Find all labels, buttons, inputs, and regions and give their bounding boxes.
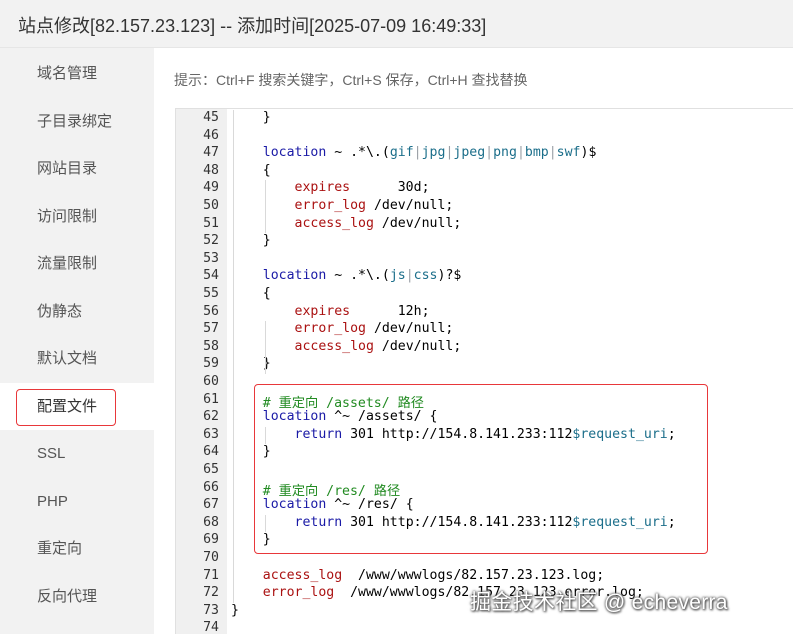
editor-hint: 提示：Ctrl+F 搜索关键字，Ctrl+S 保存，Ctrl+H 查找替换 — [174, 72, 528, 88]
line-number: 51 — [203, 215, 219, 231]
code-line[interactable]: } — [231, 532, 271, 547]
sidebar-item-label: PHP — [37, 492, 68, 510]
line-number: 55 — [203, 286, 219, 301]
code-line[interactable]: { — [231, 286, 271, 301]
line-number: 57 — [203, 321, 219, 337]
line-number: 59 — [203, 356, 219, 372]
line-number: 67 — [203, 497, 219, 513]
sidebar: 域名管理子目录绑定网站目录访问限制流量限制伪静态默认文档配置文件 SSL PHP 重定… — [0, 48, 154, 634]
sidebar-item[interactable]: 配置文件 — [0, 382, 154, 430]
code-line[interactable]: # 重定向 /res/ 路径 — [231, 480, 400, 499]
line-number: 52 — [203, 233, 219, 249]
line-number: 61 — [203, 391, 219, 407]
line-number: 56 — [203, 303, 219, 319]
line-number: 68 — [203, 514, 219, 530]
sidebar-item[interactable]: 网站目录 — [0, 145, 154, 192]
sidebar-item[interactable]: 域名管理 — [0, 50, 154, 97]
sidebar-item-label: SSL — [37, 445, 66, 462]
code-line[interactable]: access_log /www/wwwlogs/82.157.23.123.lo… — [231, 568, 604, 583]
line-number: 73 — [203, 602, 219, 618]
dialog-title: 站点修改[82.157.23.123] -- 添加时间[2025-07-09 1… — [18, 16, 487, 36]
line-number: 60 — [203, 374, 219, 389]
indent-guide — [264, 426, 266, 445]
code-line[interactable]: expires 30d; — [231, 180, 430, 195]
line-number: 69 — [203, 532, 219, 548]
line-number: 50 — [203, 198, 219, 213]
sidebar-item-label: 反向代理 — [37, 587, 98, 605]
code-line[interactable]: location ~ .*\.(gif|jpg|jpeg|png|bmp|swf… — [231, 145, 597, 160]
line-number-gutter: 45 46 47 48 49 50 51 52 53 54 55 56 57 58 59 60 61 62 63 64… — [176, 109, 227, 634]
code-line[interactable]: return 301 http://154.8.141.233:112$requ… — [231, 427, 676, 442]
sidebar-item[interactable]: 伪静态 — [0, 288, 154, 335]
line-number: 66 — [203, 479, 219, 495]
line-number: 64 — [203, 444, 219, 460]
line-number: 62 — [203, 409, 219, 425]
sidebar-item-label: 配置文件 — [37, 397, 98, 415]
sidebar-item-label: 子目录绑定 — [37, 112, 113, 130]
line-number: 58 — [203, 338, 219, 354]
sidebar-item[interactable]: SSL — [0, 430, 154, 477]
line-number: 63 — [203, 426, 219, 442]
code-line[interactable]: } — [231, 444, 271, 459]
sidebar-item[interactable]: PHP — [0, 478, 154, 525]
sidebar-item-label: 访问限制 — [37, 207, 98, 225]
indent-guide — [264, 514, 266, 533]
sidebar-item[interactable]: 流量限制 — [0, 240, 154, 287]
code-line[interactable]: location ~ .*\.(js|css)?$ — [231, 268, 462, 283]
sidebar-item-label: 重定向 — [37, 540, 83, 557]
sidebar-item-label: 域名管理 — [37, 65, 98, 82]
line-number: 47 — [203, 145, 219, 161]
indent-guide — [264, 180, 266, 234]
line-number: 65 — [203, 462, 219, 477]
sidebar-item[interactable]: 反向代理 — [0, 573, 154, 620]
indent-guide — [233, 110, 234, 603]
code-line[interactable]: location ^~ /assets/ { — [231, 409, 438, 424]
dialog-title-bar: 站点修改[82.157.23.123] -- 添加时间[2025-07-09 1… — [0, 0, 793, 48]
line-number: 46 — [203, 127, 219, 143]
code-line[interactable]: expires 12h; — [231, 304, 430, 319]
line-number: 53 — [203, 250, 219, 266]
line-number: 48 — [203, 162, 219, 178]
line-number: 72 — [203, 585, 219, 601]
line-number: 70 — [203, 550, 219, 565]
code-line[interactable]: } — [231, 603, 239, 618]
code-line[interactable]: error_log /www/wwwlogs/82.157.23.123.err… — [231, 585, 644, 600]
code-line[interactable]: # 重定向 /assets/ 路径 — [231, 392, 424, 411]
code-line[interactable]: } — [231, 110, 271, 125]
sidebar-item-label: 伪静态 — [37, 302, 83, 320]
code-line[interactable]: return 301 http://154.8.141.233:112$requ… — [231, 515, 676, 530]
line-number: 71 — [203, 567, 219, 583]
sidebar-item[interactable]: 访问限制 — [0, 193, 154, 240]
config-editor[interactable]: 45 46 47 48 49 50 51 52 53 54 55 56 57 58 59 60 61 62 63 64… — [175, 108, 793, 634]
line-number: 49 — [203, 180, 219, 196]
sidebar-item[interactable]: 子目录绑定 — [0, 98, 154, 145]
code-line[interactable]: location ^~ /res/ { — [231, 497, 414, 512]
sidebar-item[interactable]: 默认文档 — [0, 335, 154, 382]
line-number: 54 — [203, 268, 219, 284]
indent-guide — [264, 321, 266, 374]
line-number: 45 — [203, 110, 219, 125]
code-line[interactable]: { — [231, 163, 271, 178]
code-line[interactable]: } — [231, 233, 271, 248]
sidebar-item-label: 网站目录 — [37, 160, 98, 177]
sidebar-item[interactable]: 重定向 — [0, 525, 154, 572]
sidebar-item-label: 流量限制 — [37, 255, 98, 272]
line-number: 74 — [203, 620, 219, 634]
sidebar-item-label: 默认文档 — [37, 350, 98, 367]
